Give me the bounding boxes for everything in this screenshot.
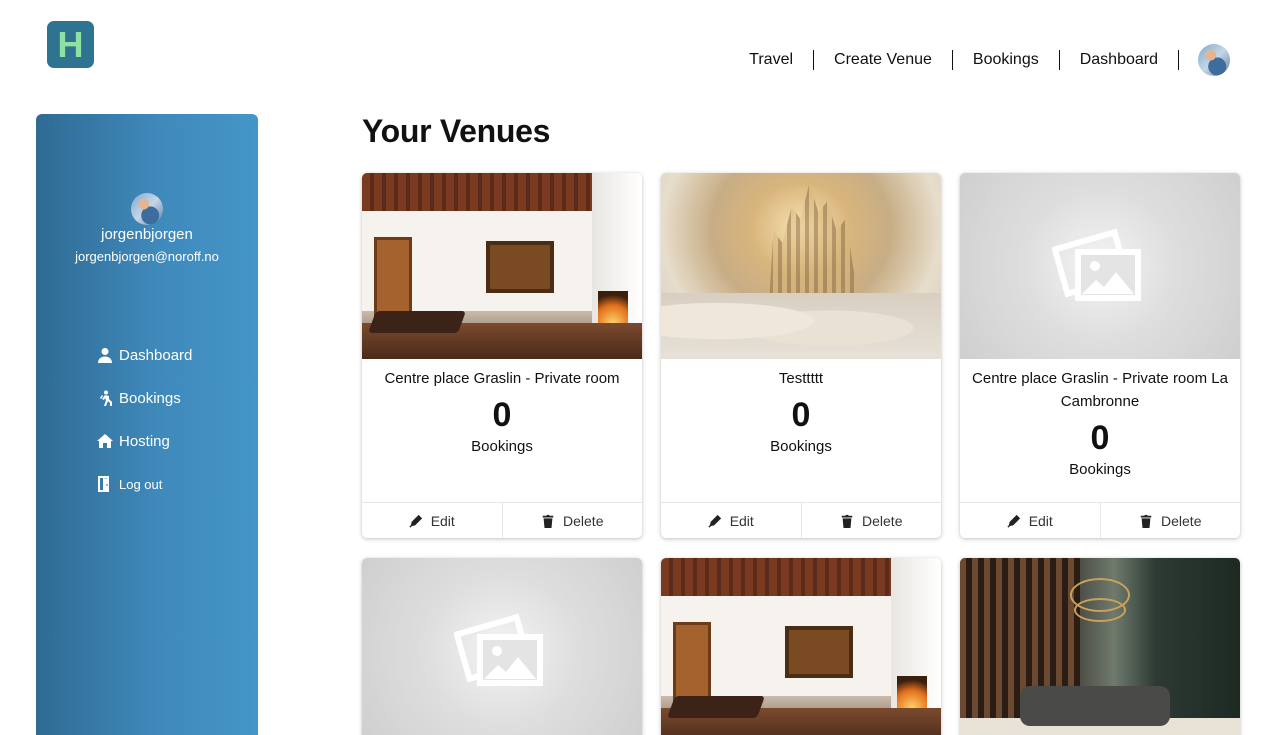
- venue-title: Testtttt: [778, 370, 824, 387]
- pen-icon: [708, 514, 721, 528]
- pen-icon: [1007, 514, 1020, 528]
- sidebar-email: jorgenbjorgen@noroff.no: [75, 249, 219, 264]
- booking-count-label: Bookings: [471, 438, 533, 455]
- trash-icon: [1140, 514, 1152, 528]
- venue-title: Centre place Graslin - Private room La C…: [972, 370, 1228, 410]
- venue-card[interactable]: [960, 558, 1240, 735]
- venue-image: [960, 173, 1240, 359]
- delete-button[interactable]: Delete: [501, 503, 643, 538]
- booking-count: 0: [492, 396, 512, 434]
- booking-count-label: Bookings: [770, 438, 832, 455]
- venue-card[interactable]: Testtttt 0 Bookings Edit Delete: [661, 173, 941, 538]
- sidebar-item-hosting[interactable]: Hosting: [97, 429, 192, 453]
- logo-letter: H: [57, 23, 84, 65]
- booking-count-label: Bookings: [1069, 461, 1131, 478]
- venue-card[interactable]: Centre place Graslin - Private room La C…: [960, 173, 1240, 538]
- venue-title: Centre place Graslin - Private room: [384, 370, 620, 387]
- delete-button[interactable]: Delete: [800, 503, 942, 538]
- edit-label: Edit: [729, 512, 754, 529]
- page-title: Your Venues: [362, 113, 551, 149]
- edit-button[interactable]: Edit: [960, 503, 1100, 538]
- venue-image: [661, 558, 941, 735]
- booking-count: 0: [791, 396, 811, 434]
- edit-button[interactable]: Edit: [362, 503, 502, 538]
- venue-image: [661, 173, 941, 359]
- sidebar-item-logout[interactable]: Log out: [97, 472, 192, 496]
- avatar: [131, 193, 163, 225]
- trash-icon: [841, 514, 853, 528]
- venue-actions: Edit Delete: [362, 502, 642, 538]
- edit-label: Edit: [1028, 512, 1053, 529]
- image-placeholder-icon: [454, 613, 543, 686]
- sidebar: jorgenbjorgen jorgenbjorgen@noroff.no Da…: [36, 114, 258, 735]
- door-icon: [98, 476, 109, 492]
- sidebar-menu: Dashboard Bookings Hosting Log out: [97, 343, 192, 515]
- brand-logo[interactable]: H: [47, 21, 94, 68]
- image-placeholder-icon: [1052, 228, 1141, 301]
- nav-create-venue[interactable]: Create Venue: [814, 50, 952, 70]
- profile-avatar[interactable]: [1198, 44, 1230, 76]
- home-icon: [97, 434, 113, 448]
- nav-bookings[interactable]: Bookings: [953, 50, 1059, 70]
- hiking-icon: [100, 390, 112, 406]
- sidebar-item-label: Hosting: [119, 432, 170, 450]
- delete-button[interactable]: Delete: [1099, 503, 1241, 538]
- venue-actions: Edit Delete: [960, 502, 1240, 538]
- delete-label: Delete: [563, 512, 604, 529]
- venue-card[interactable]: Centre place Graslin - Private room 0 Bo…: [362, 173, 642, 538]
- delete-label: Delete: [862, 512, 903, 529]
- trash-icon: [542, 514, 554, 528]
- venue-card[interactable]: [661, 558, 941, 735]
- nav-travel[interactable]: Travel: [729, 50, 813, 70]
- venue-image: [960, 558, 1240, 735]
- sidebar-item-dashboard[interactable]: Dashboard: [97, 343, 192, 367]
- user-icon: [98, 348, 112, 363]
- sidebar-item-label: Log out: [119, 476, 163, 492]
- nav-divider: [1178, 50, 1179, 70]
- venue-actions: Edit Delete: [661, 502, 941, 538]
- edit-label: Edit: [430, 512, 455, 529]
- pen-icon: [409, 514, 422, 528]
- sidebar-item-label: Dashboard: [119, 346, 193, 364]
- venue-image: [362, 558, 642, 735]
- edit-button[interactable]: Edit: [661, 503, 801, 538]
- sidebar-item-bookings[interactable]: Bookings: [97, 386, 192, 410]
- sidebar-username: jorgenbjorgen: [101, 226, 193, 243]
- venue-card[interactable]: [362, 558, 642, 735]
- booking-count: 0: [1090, 419, 1110, 457]
- venue-image: [362, 173, 642, 359]
- delete-label: Delete: [1161, 512, 1202, 529]
- sidebar-item-label: Bookings: [119, 389, 181, 407]
- nav-dashboard[interactable]: Dashboard: [1060, 50, 1178, 70]
- top-navigation: Travel Create Venue Bookings Dashboard: [729, 44, 1230, 76]
